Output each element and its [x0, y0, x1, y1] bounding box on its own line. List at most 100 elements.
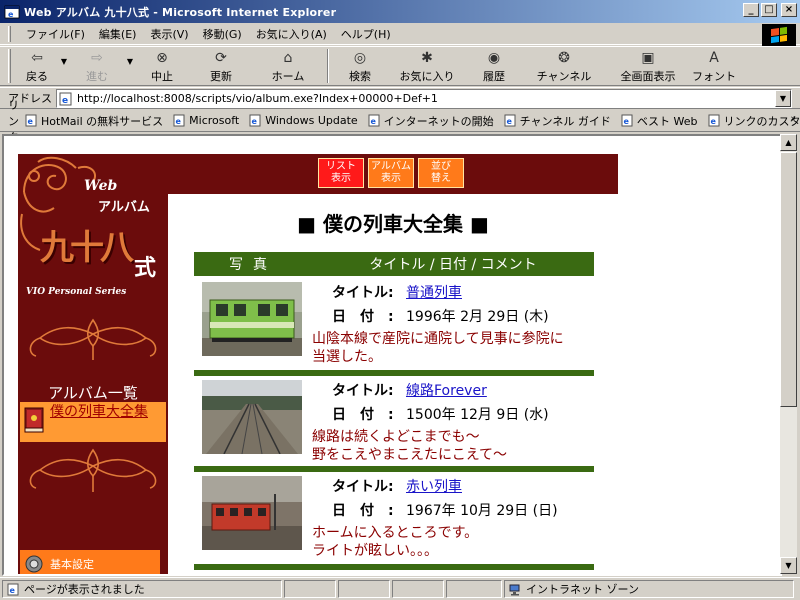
- menu-help[interactable]: ヘルプ(H): [334, 26, 398, 42]
- address-input[interactable]: e http://localhost:8008/scripts/vio/albu…: [56, 89, 792, 108]
- link-customize[interactable]: e リンクのカスタ: [708, 113, 800, 129]
- entry-title-link[interactable]: 赤い列車: [406, 476, 462, 496]
- address-bar: アドレス e http://localhost:8008/scripts/vio…: [0, 87, 800, 109]
- link-best-web[interactable]: e ベスト Web: [621, 113, 698, 129]
- link-hotmail[interactable]: e HotMail の無料サービス: [25, 113, 163, 129]
- link-internet-start[interactable]: e インターネットの開始: [368, 113, 494, 129]
- entry-title-link[interactable]: 普通列車: [406, 282, 462, 302]
- menu-file[interactable]: ファイル(F): [19, 26, 92, 42]
- svg-text:e: e: [8, 10, 14, 19]
- zone-text: イントラネット ゾーン: [526, 583, 639, 596]
- settings-button[interactable]: 基本設定: [20, 550, 160, 574]
- svg-text:e: e: [62, 96, 68, 106]
- album-view-button[interactable]: アルバム 表示: [368, 158, 414, 188]
- entry-date-row: 日付: 1996年 2月 29日 (木): [332, 306, 549, 326]
- ie-icon: e: [4, 4, 20, 20]
- link-channel-guide[interactable]: e チャンネル ガイド: [504, 113, 611, 129]
- logo-album-text: アルバム: [98, 200, 150, 215]
- forward-dropdown[interactable]: ▼: [123, 47, 137, 66]
- table-header: 写真 タイトル / 日付 / コメント: [194, 252, 594, 276]
- links-more-chevron-icon[interactable]: »: [790, 114, 796, 124]
- minimize-button[interactable]: _: [743, 3, 759, 17]
- channels-icon: ❂: [558, 50, 570, 66]
- fonts-button[interactable]: A フォント: [687, 47, 741, 85]
- link-windows-update[interactable]: e Windows Update: [249, 114, 358, 127]
- vertical-scrollbar[interactable]: ▲ ▼: [780, 134, 797, 574]
- home-icon: ⌂: [283, 50, 293, 66]
- album-title: ■ 僕の列車大全集 ■: [297, 212, 489, 236]
- address-value: http://localhost:8008/scripts/vio/album.…: [77, 92, 438, 105]
- back-dropdown[interactable]: ▼: [57, 47, 71, 66]
- page-icon: e: [25, 114, 37, 127]
- status-cell: [284, 580, 336, 598]
- entry-title-link[interactable]: 線路Forever: [406, 380, 487, 400]
- svg-text:e: e: [28, 117, 34, 126]
- scroll-thumb[interactable]: [780, 152, 797, 407]
- photo-entry: タイトル: 線路Forever 日付: 1500年 12月 9日 (水) 線路は…: [194, 376, 594, 466]
- album-book-icon: [24, 407, 44, 433]
- address-dropdown[interactable]: ▼: [775, 90, 791, 107]
- menu-go[interactable]: 移動(G): [196, 26, 249, 42]
- svg-text:e: e: [370, 117, 376, 126]
- entry-title-row: タイトル: 普通列車: [332, 282, 462, 302]
- fonts-icon: A: [709, 50, 719, 66]
- photo-entry: タイトル: 赤い列車 日付: 1967年 10月 29日 (日) ホームに入ると…: [194, 472, 594, 564]
- refresh-button[interactable]: ⟳ 更新: [187, 47, 255, 85]
- close-button[interactable]: ×: [781, 3, 797, 17]
- forward-arrow-icon: ⇨: [91, 50, 103, 66]
- page-icon: e: [708, 114, 720, 127]
- album-list-item[interactable]: 僕の列車大全集: [20, 402, 166, 442]
- svg-text:e: e: [10, 586, 16, 595]
- favorites-button[interactable]: ✱ お気に入り: [385, 47, 469, 85]
- window-title: Web アルバム 九十八式 - Microsoft Internet Explo…: [24, 5, 337, 19]
- photo-railway-tracks[interactable]: [202, 380, 302, 454]
- back-arrow-icon: ⇦: [31, 50, 43, 66]
- scroll-down-icon[interactable]: ▼: [780, 557, 797, 574]
- page-icon: e: [504, 114, 516, 127]
- entry-comment: ホームに入るところです。 ライトが眩しい。。。: [312, 525, 479, 559]
- status-zone: イントラネット ゾーン: [504, 580, 794, 598]
- entry-date: 1500年 12月 9日 (水): [406, 407, 549, 423]
- stop-button[interactable]: ⊗ 中止: [137, 47, 187, 85]
- scroll-up-icon[interactable]: ▲: [780, 134, 797, 151]
- back-button[interactable]: ⇦ 戻る: [17, 47, 57, 85]
- window-controls: _ □ ×: [743, 3, 797, 17]
- page-icon: e: [173, 114, 185, 127]
- page-icon: e: [621, 114, 633, 127]
- sort-button[interactable]: 並び 替え: [418, 158, 464, 188]
- menu-view[interactable]: 表示(V): [143, 26, 195, 42]
- entry-separator: [194, 564, 594, 570]
- list-view-button[interactable]: リスト 表示: [318, 158, 364, 188]
- entry-date: 1996年 2月 29日 (木): [406, 309, 549, 325]
- favorites-icon: ✱: [421, 50, 433, 66]
- status-text: ページが表示されました: [24, 583, 145, 596]
- status-cell: [446, 580, 502, 598]
- entry-comment: 山陰本線で産院に通院して見事に参院に 当選した。: [312, 331, 564, 365]
- status-cell: [338, 580, 390, 598]
- forward-button[interactable]: ⇨ 進む: [71, 47, 123, 85]
- channels-button[interactable]: ❂ チャンネル: [519, 47, 609, 85]
- entry-comment: 線路は続くよどこまでも～ 野をこえやまこえたにこえて～: [312, 429, 508, 463]
- entry-date: 1967年 10月 29日 (日): [406, 503, 558, 519]
- menu-edit[interactable]: 編集(E): [92, 26, 144, 42]
- album-link[interactable]: 僕の列車大全集: [50, 402, 148, 421]
- search-button[interactable]: ◎ 検索: [335, 47, 385, 85]
- fullscreen-button[interactable]: ▣ 全画面表示: [609, 47, 687, 85]
- menu-favorites[interactable]: お気に入り(A): [249, 26, 334, 42]
- photo-green-train[interactable]: [202, 282, 302, 356]
- entry-date-row: 日付: 1500年 12月 9日 (水): [332, 404, 549, 424]
- status-cell: [392, 580, 444, 598]
- history-button[interactable]: ◉ 履歴: [469, 47, 519, 85]
- logo-kanji-text: 九十八: [40, 228, 134, 268]
- album-list-title: アルバム一覧: [48, 384, 138, 402]
- link-microsoft[interactable]: e Microsoft: [173, 114, 239, 127]
- maximize-button[interactable]: □: [761, 3, 777, 17]
- menu-grip[interactable]: [8, 25, 11, 42]
- home-button[interactable]: ⌂ ホーム: [255, 47, 321, 85]
- entry-date-row: 日付: 1967年 10月 29日 (日): [332, 500, 558, 520]
- svg-text:e: e: [506, 117, 512, 126]
- photo-red-train[interactable]: [202, 476, 302, 550]
- page-done-icon: e: [7, 583, 19, 595]
- toolbar-grip[interactable]: [8, 49, 11, 83]
- windows-logo-icon: [762, 24, 796, 46]
